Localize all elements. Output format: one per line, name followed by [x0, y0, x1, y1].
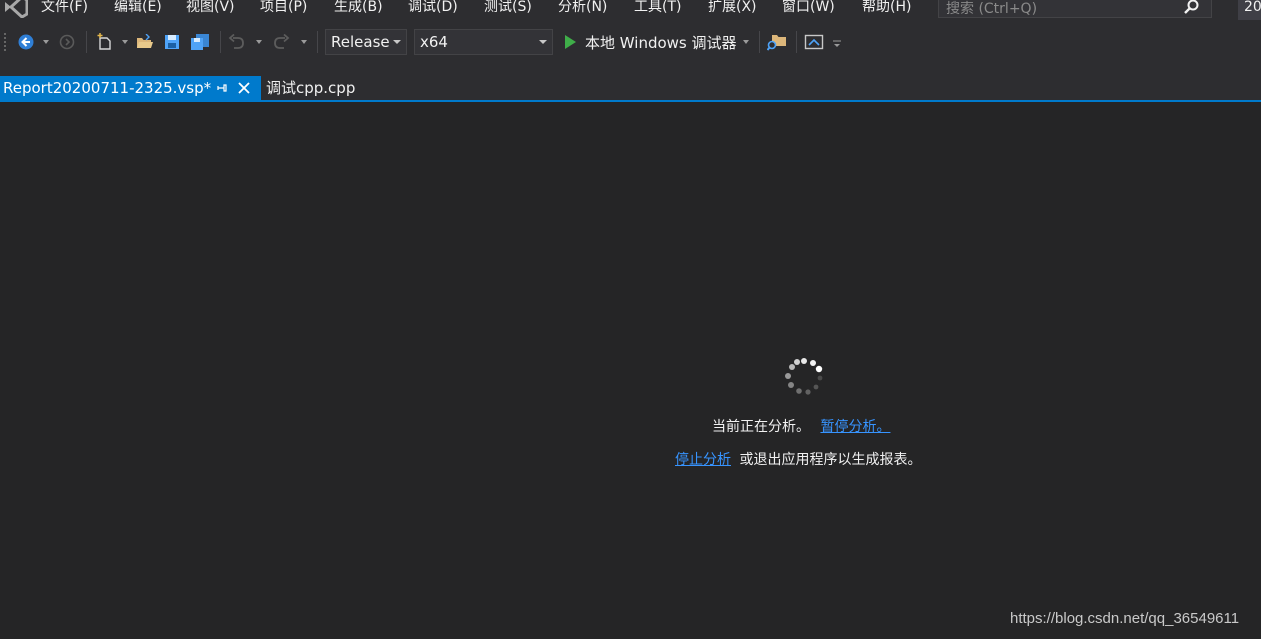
menu-extensions[interactable]: 扩展(X) [708, 0, 757, 17]
redo-dropdown[interactable] [300, 30, 308, 54]
version-badge: 20 [1238, 0, 1261, 20]
diagnostic-window-icon [804, 34, 824, 50]
tab-title: Report20200711-2325.vsp* [3, 79, 212, 97]
open-folder-icon [137, 34, 153, 48]
menu-build[interactable]: 生成(B) [334, 0, 383, 17]
search-placeholder: 搜索 (Ctrl+Q) [946, 1, 1038, 17]
toolbar-separator [86, 31, 87, 53]
play-icon [565, 35, 576, 49]
menu-view[interactable]: 视图(V) [186, 0, 235, 17]
toolbar-grip[interactable] [3, 32, 7, 52]
new-project-dropdown[interactable] [121, 30, 129, 54]
undo-icon [228, 34, 244, 49]
run-target-label: 本地 Windows 调试器 [585, 33, 737, 52]
platform-value: x64 [420, 33, 448, 51]
solution-configuration-select[interactable]: Release [325, 29, 407, 55]
chevron-down-icon [393, 40, 401, 44]
redo-icon [274, 34, 290, 49]
save-button[interactable] [162, 30, 182, 54]
solution-platform-select[interactable]: x64 [414, 29, 553, 55]
forward-arrow-icon [59, 34, 75, 50]
redo-button[interactable] [271, 30, 291, 54]
new-project-icon [97, 33, 111, 50]
menu-bar: 文件(F) 编辑(E) 视图(V) 项目(P) 生成(B) 调试(D) 测试(S… [0, 0, 1261, 20]
menu-help[interactable]: 帮助(H) [862, 0, 911, 17]
menu-test[interactable]: 测试(S) [484, 0, 532, 17]
open-file-button[interactable] [135, 30, 155, 54]
save-all-button[interactable] [189, 30, 211, 54]
undo-dropdown[interactable] [255, 30, 263, 54]
stop-analysis-link[interactable]: 停止分析 [675, 452, 731, 468]
find-in-files-button[interactable] [766, 30, 788, 54]
back-dropdown-button[interactable] [42, 30, 50, 54]
chevron-down-icon [256, 40, 262, 44]
navigate-back-button[interactable] [16, 30, 36, 54]
chevron-down-icon [833, 40, 841, 47]
menu-edit[interactable]: 编辑(E) [114, 0, 162, 17]
profiler-report-view [0, 102, 1261, 639]
close-icon[interactable] [237, 81, 251, 95]
back-arrow-icon [18, 34, 34, 50]
toolbar-separator [317, 31, 318, 53]
document-tab-strip: Report20200711-2325.vsp* 调试cpp.cpp [0, 66, 1261, 102]
toolbar-separator [796, 31, 797, 53]
chevron-down-icon [43, 40, 49, 44]
pause-analysis-link[interactable]: 暂停分析。 [820, 419, 890, 435]
pin-icon[interactable] [215, 81, 229, 95]
tab-debug-cpp[interactable]: 调试cpp.cpp [266, 76, 355, 100]
menu-debug[interactable]: 调试(D) [408, 0, 458, 17]
configuration-value: Release [331, 33, 390, 51]
menu-tools[interactable]: 工具(T) [634, 0, 681, 17]
menu-project[interactable]: 项目(P) [260, 0, 307, 17]
start-debugging-button[interactable]: 本地 Windows 调试器 [563, 30, 749, 54]
toolbar-options-button[interactable] [831, 30, 843, 54]
search-icon[interactable] [1183, 0, 1199, 15]
stop-analysis-line: 停止分析 或退出应用程序以生成报表。 [675, 449, 921, 469]
toolbar-separator [220, 31, 221, 53]
quick-search-input[interactable]: 搜索 (Ctrl+Q) [938, 0, 1212, 18]
new-project-button[interactable] [94, 30, 116, 54]
diagnostic-tools-button[interactable] [803, 30, 825, 54]
standard-toolbar: Release x64 本地 Windows 调试器 [0, 20, 1261, 66]
menu-analyze[interactable]: 分析(N) [558, 0, 607, 17]
chevron-down-icon[interactable] [742, 40, 749, 44]
chevron-down-icon [301, 40, 307, 44]
save-icon [165, 35, 179, 49]
visual-studio-logo-icon [5, 0, 28, 18]
chevron-down-icon [122, 40, 128, 44]
analysis-status-line: 当前正在分析。 暂停分析。 [712, 416, 890, 436]
save-all-icon [191, 34, 209, 50]
toolbar-separator [759, 31, 760, 53]
menu-file[interactable]: 文件(F) [41, 0, 88, 17]
exit-app-instruction: 或退出应用程序以生成报表。 [739, 452, 922, 468]
undo-button[interactable] [227, 30, 247, 54]
navigate-forward-button[interactable] [58, 30, 76, 54]
analysis-status-text: 当前正在分析。 [712, 419, 810, 435]
menu-window[interactable]: 窗口(W) [782, 0, 835, 17]
loading-spinner-icon [785, 358, 823, 395]
find-in-files-icon [767, 35, 786, 51]
chevron-down-icon [539, 40, 547, 44]
watermark-url: https://blog.csdn.net/qq_36549611 [1010, 610, 1240, 627]
tab-report-vsp[interactable]: Report20200711-2325.vsp* [0, 76, 261, 100]
